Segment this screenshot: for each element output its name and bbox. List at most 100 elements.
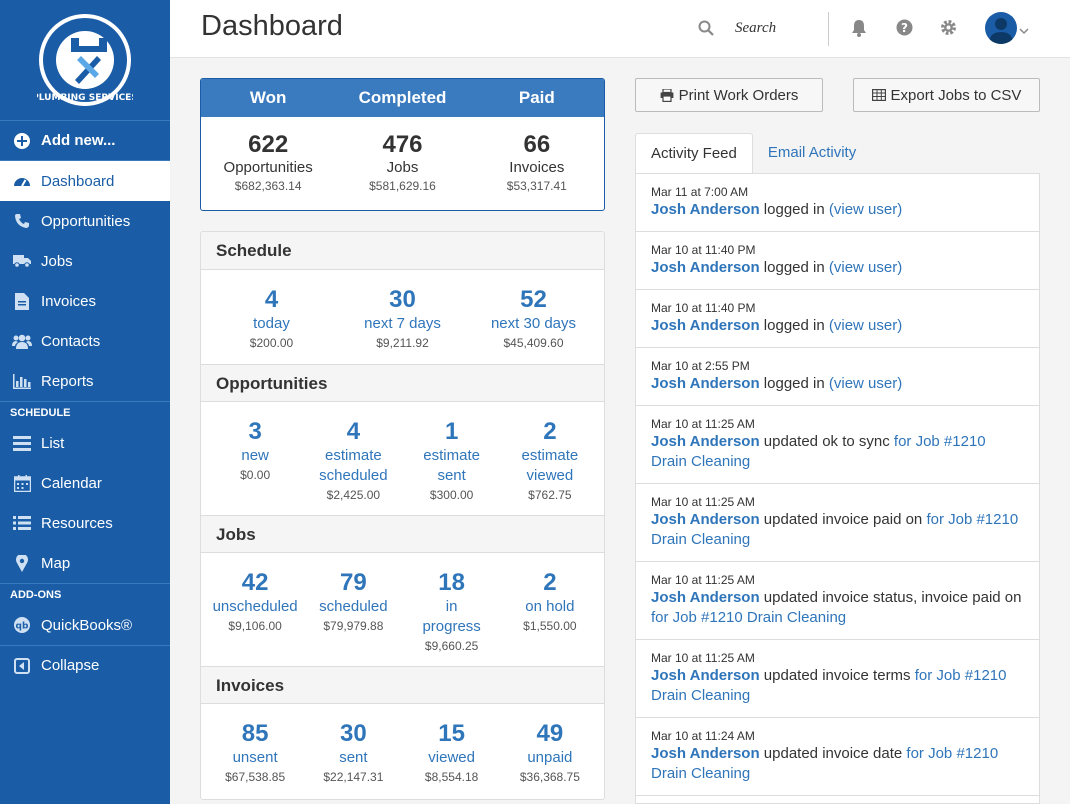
export-jobs-csv-button[interactable]: Export Jobs to CSV	[853, 78, 1040, 112]
feed-user-link[interactable]: Josh Anderson	[651, 745, 760, 762]
bell-icon[interactable]	[851, 19, 867, 42]
cell-label: unsent	[232, 749, 278, 766]
cell-number: 15	[438, 720, 465, 747]
search-icon[interactable]	[698, 20, 714, 41]
feed-user-link[interactable]: Josh Anderson	[651, 589, 760, 606]
jobs-scheduled[interactable]: 79 scheduled $79,979.88	[304, 569, 402, 666]
feed-user-link[interactable]: Josh Anderson	[651, 433, 760, 450]
cell-amount: $0.00	[240, 468, 271, 482]
company-logo[interactable]: PLUMBING SERVICES	[0, 0, 170, 120]
search-input[interactable]: Search	[735, 20, 776, 37]
sidebar-item-list[interactable]: List	[0, 423, 170, 463]
invoices-unpaid[interactable]: 49 unpaid $36,368.75	[501, 720, 599, 798]
tab-activity-feed[interactable]: Activity Feed	[635, 133, 753, 174]
feed-action: updated invoice date	[759, 745, 907, 762]
won-opportunities-stat[interactable]: 622 Opportunities $682,363.14	[201, 131, 335, 195]
jobs-in-progress[interactable]: 18 in progress $9,660.25	[403, 569, 501, 666]
opportunities-new[interactable]: 3 new $0.00	[206, 418, 304, 515]
plus-circle-icon	[12, 131, 32, 151]
jobs-unscheduled[interactable]: 42 unscheduled $9,106.00	[206, 569, 304, 666]
sidebar-collapse-button[interactable]: Collapse	[0, 645, 170, 685]
avatar[interactable]	[985, 12, 1017, 44]
schedule-today[interactable]: 4 today $200.00	[206, 286, 337, 364]
feed-view-link[interactable]: (view user)	[829, 201, 902, 218]
print-work-orders-button[interactable]: Print Work Orders	[635, 78, 823, 112]
map-pin-icon	[12, 553, 32, 573]
feed-user-link[interactable]: Josh Anderson	[651, 375, 760, 392]
sidebar-item-quickbooks[interactable]: qb QuickBooks®	[0, 605, 170, 645]
feed-user-link[interactable]: Josh Anderson	[651, 317, 760, 334]
feed-user-link[interactable]: Josh Anderson	[651, 667, 760, 684]
opportunities-row: 3 new $0.00 4 estimate scheduled $2,425.…	[201, 402, 604, 515]
sidebar-item-calendar[interactable]: Calendar	[0, 463, 170, 503]
plumbing-logo-icon: PLUMBING SERVICES	[37, 14, 133, 106]
quickbooks-icon: qb	[12, 615, 32, 635]
feed-item: Mar 10 at 11:40 PM Josh Anderson logged …	[636, 290, 1039, 348]
gear-icon[interactable]	[940, 19, 957, 41]
logo-text: PLUMBING SERVICES	[37, 93, 133, 103]
completed-jobs-stat[interactable]: 476 Jobs $581,629.16	[335, 131, 469, 195]
sidebar-item-dashboard[interactable]: Dashboard	[0, 161, 170, 201]
tab-email-activity[interactable]: Email Activity	[753, 133, 871, 174]
addons-section-label: ADD-ONS	[0, 583, 170, 605]
feed-view-link[interactable]: (view user)	[829, 375, 902, 392]
schedule-section-title: Schedule	[201, 232, 604, 270]
paid-invoices-stat[interactable]: 66 Invoices $53,317.41	[470, 131, 604, 195]
stat-number: 476	[382, 131, 423, 158]
sidebar-item-jobs[interactable]: Jobs	[0, 241, 170, 281]
sidebar-item-contacts[interactable]: Contacts	[0, 321, 170, 361]
cell-label: next 7 days	[364, 315, 441, 332]
help-icon[interactable]: ?	[896, 19, 913, 41]
feed-user-link[interactable]: Josh Anderson	[651, 259, 760, 276]
document-icon	[12, 291, 32, 311]
sidebar-item-map[interactable]: Map	[0, 543, 170, 583]
button-label: Print Work Orders	[678, 86, 799, 104]
feed-date: Mar 10 at 11:25 AM	[651, 651, 755, 665]
feed-user-link[interactable]: Josh Anderson	[651, 511, 760, 528]
sidebar-item-resources[interactable]: Resources	[0, 503, 170, 543]
cell-label: estimate	[325, 447, 382, 464]
cell-label: sent	[339, 749, 368, 766]
feed-item: Mar 10 at 11:25 AM Josh Anderson updated…	[636, 484, 1039, 562]
stat-number: 66	[523, 131, 551, 158]
sidebar-item-invoices[interactable]: Invoices	[0, 281, 170, 321]
sidebar-item-reports[interactable]: Reports	[0, 361, 170, 401]
feed-item: Mar 11 at 7:00 AM Josh Anderson logged i…	[636, 174, 1039, 232]
feed-view-link[interactable]: (view user)	[829, 259, 902, 276]
opportunities-estimate-scheduled[interactable]: 4 estimate scheduled $2,425.00	[304, 418, 402, 515]
cell-amount: $36,368.75	[519, 770, 580, 784]
invoices-unsent[interactable]: 85 unsent $67,538.85	[206, 720, 304, 798]
add-new-button[interactable]: Add new...	[0, 120, 170, 161]
feed-item: Mar 10 at 2:55 PM Josh Anderson logged i…	[636, 348, 1039, 406]
feed-view-link[interactable]: (view user)	[829, 317, 902, 334]
cell-number: 42	[241, 569, 269, 596]
feed-date: Mar 10 at 11:40 PM	[651, 301, 756, 315]
users-icon	[12, 331, 32, 351]
cell-amount: $9,211.92	[376, 336, 429, 350]
button-label: Export Jobs to CSV	[890, 86, 1022, 104]
feed-user-link[interactable]: Josh Anderson	[651, 201, 760, 218]
schedule-next-30-days[interactable]: 52 next 30 days $45,409.60	[468, 286, 599, 364]
cell-label: next 30 days	[490, 315, 577, 332]
cell-amount: $2,425.00	[326, 488, 381, 502]
cell-amount: $9,660.25	[424, 639, 479, 653]
resources-icon	[12, 513, 32, 533]
cell-label: new	[241, 447, 269, 464]
invoices-sent[interactable]: 30 sent $22,147.31	[304, 720, 402, 798]
opportunities-estimate-viewed[interactable]: 2 estimate viewed $762.75	[501, 418, 599, 515]
chevron-down-icon[interactable]	[1019, 22, 1029, 40]
cell-amount: $79,979.88	[323, 619, 384, 633]
feed-action: logged in	[759, 201, 829, 218]
sidebar-item-label: QuickBooks®	[41, 616, 133, 634]
feed-job-link[interactable]: for Job #1210 Drain Cleaning	[651, 609, 846, 626]
jobs-on-hold[interactable]: 2 on hold $1,550.00	[501, 569, 599, 666]
cell-number: 49	[536, 720, 564, 747]
opportunities-estimate-sent[interactable]: 1 estimate sent $300.00	[403, 418, 501, 515]
user-avatar-icon	[989, 18, 1013, 44]
sidebar-item-label: Dashboard	[41, 172, 115, 190]
schedule-next-7-days[interactable]: 30 next 7 days $9,211.92	[337, 286, 468, 364]
table-icon	[871, 89, 886, 101]
invoices-viewed[interactable]: 15 viewed $8,554.18	[403, 720, 501, 798]
sidebar-item-opportunities[interactable]: Opportunities	[0, 201, 170, 241]
opportunities-section-title: Opportunities	[201, 364, 604, 402]
